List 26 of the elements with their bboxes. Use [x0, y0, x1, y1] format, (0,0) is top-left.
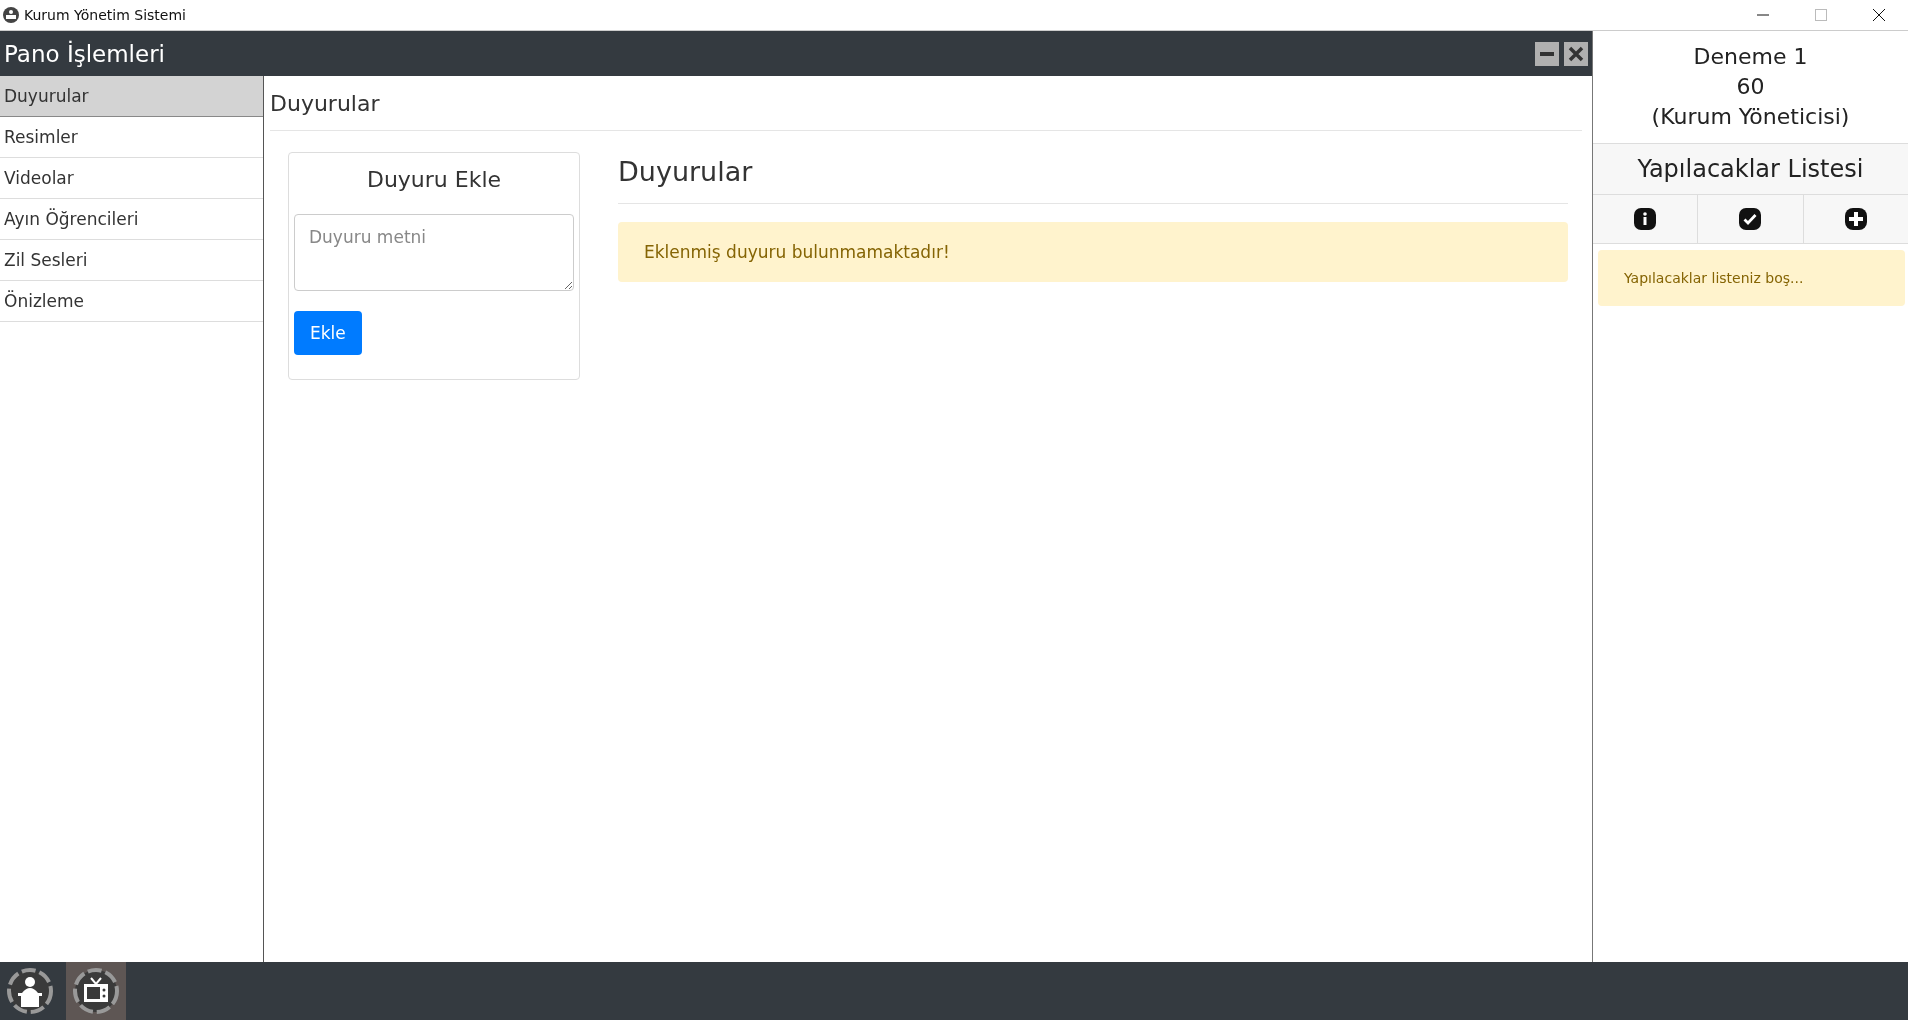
todo-title: Yapılacaklar Listesi [1593, 144, 1908, 195]
minimize-icon [1540, 51, 1554, 56]
info-icon [1633, 207, 1658, 231]
user-role: (Kurum Yöneticisi) [1651, 103, 1850, 131]
add-button[interactable]: Ekle [294, 311, 362, 355]
empty-alert: Yapılacaklar listeniz boş... [1598, 250, 1905, 306]
window-title: Kurum Yönetim Sistemi [24, 7, 186, 23]
minimize-button[interactable] [1535, 41, 1559, 66]
panel-title: Pano İşlemleri [4, 40, 165, 67]
page-heading: Duyurular [270, 76, 1582, 131]
maximize-icon [1815, 9, 1827, 21]
tv-icon [71, 966, 121, 1016]
taskbar-button[interactable] [66, 962, 126, 1020]
section-title: Duyurular [618, 152, 1568, 204]
close-button[interactable] [1564, 41, 1588, 66]
close-icon [1568, 45, 1584, 62]
plus-icon [1843, 207, 1868, 231]
empty-alert: Eklenmiş duyuru bulunmamaktadır! [618, 222, 1568, 282]
announcement-input[interactable]: Duyuru metni [294, 214, 574, 291]
user-name: Deneme 1 [1693, 43, 1808, 71]
close-icon [1873, 9, 1885, 21]
check-icon [1738, 207, 1763, 231]
lectern-icon [5, 966, 55, 1016]
user-number: 60 [1736, 73, 1765, 101]
card-title: Duyuru Ekle [366, 167, 502, 192]
sidebar-item[interactable]: Duyurular [0, 76, 263, 117]
